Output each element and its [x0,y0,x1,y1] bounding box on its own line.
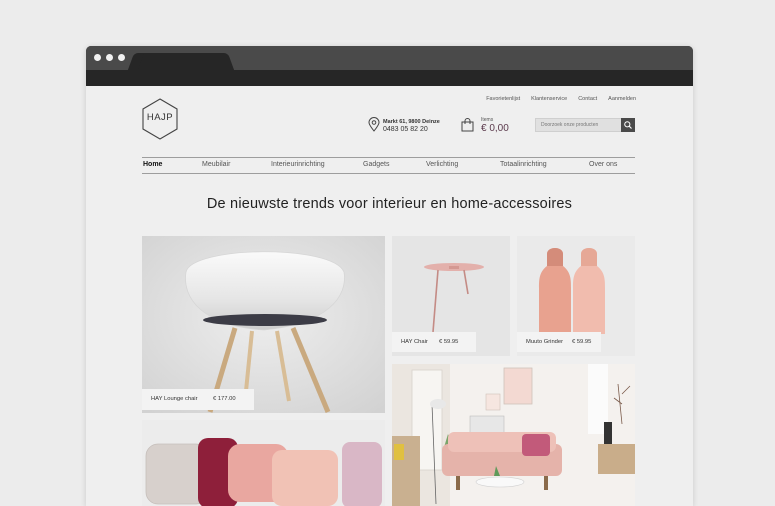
logo-text: HAJP [146,112,174,123]
shopping-cart[interactable]: Items € 0,00 [461,117,509,137]
top-links: Favorietenlijst Klantenservice Contact A… [486,96,636,102]
top-link-contact[interactable]: Contact [578,96,597,102]
lounge-chair-image [142,236,385,413]
nav-item-interieurinrichting[interactable]: Interieurinrichting [271,161,325,168]
search-box [535,118,635,132]
product-price: € 59.95 [572,339,592,345]
product-price: € 59.95 [439,339,459,345]
top-link-favorites[interactable]: Favorietenlijst [486,96,520,102]
top-link-login[interactable]: Aanmelden [608,96,636,102]
promo-tile-living-room[interactable] [392,364,635,506]
window-minimize-dot[interactable] [106,54,113,61]
product-tile-hay-chair[interactable]: HAY Chair € 59.95 [392,236,510,356]
main-nav: Home Meubilair Interieurinrichting Gadge… [142,157,635,174]
shopping-bag-icon [461,118,474,132]
nav-item-gadgets[interactable]: Gadgets [363,161,389,168]
window-zoom-dot[interactable] [118,54,125,61]
search-input[interactable] [536,119,627,131]
webpage: HAJP Favorietenlijst Klantenservice Cont… [86,86,693,506]
store-address: Markt 61, 9800 Deinze 0483 05 82 20 [368,117,440,137]
nav-item-verlichting[interactable]: Verlichting [426,161,458,168]
browser-tab[interactable] [136,53,226,70]
pillows-image [142,420,385,506]
living-room-image [392,364,635,506]
product-tile-muuto-grinder[interactable]: Muuto Grinder € 59.95 [517,236,635,356]
search-button[interactable] [621,118,635,132]
address-line: Markt 61, 9800 Deinze [383,119,440,125]
product-name: HAY Chair [401,339,428,345]
location-pin-icon [368,117,380,132]
site-logo[interactable]: HAJP [142,98,178,140]
promo-tile-pillows[interactable] [142,420,385,506]
browser-chrome [86,46,693,86]
nav-item-home[interactable]: Home [143,161,162,168]
nav-item-over-ons[interactable]: Over ons [589,161,617,168]
product-tag: HAY Lounge chair € 177.00 [142,389,254,410]
product-name: HAY Lounge chair [151,396,198,402]
product-tile-lounge-chair[interactable]: HAY Lounge chair € 177.00 [142,236,385,413]
product-price: € 177.00 [213,396,236,402]
cart-total: € 0,00 [481,123,509,134]
product-tag: Muuto Grinder € 59.95 [517,332,601,352]
product-name: Muuto Grinder [526,339,564,345]
page-headline: De nieuwste trends voor interieur en hom… [206,196,573,212]
browser-window: HAJP Favorietenlijst Klantenservice Cont… [86,46,693,506]
top-link-customer-service[interactable]: Klantenservice [531,96,567,102]
nav-item-meubilair[interactable]: Meubilair [202,161,230,168]
window-close-dot[interactable] [94,54,101,61]
nav-item-totaalinrichting[interactable]: Totaalinrichting [500,161,547,168]
search-icon [624,121,632,129]
phone-number[interactable]: 0483 05 82 20 [383,126,463,134]
product-tag: HAY Chair € 59.95 [392,332,476,352]
